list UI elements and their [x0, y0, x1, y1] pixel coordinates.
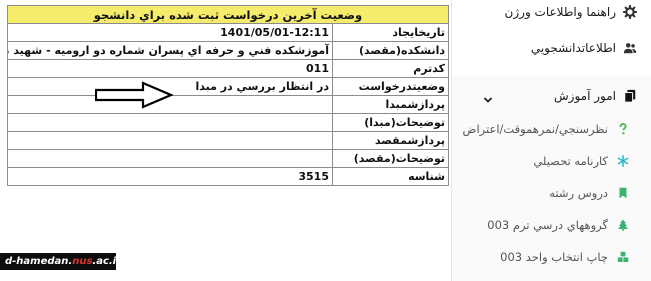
copy-icon — [624, 89, 636, 103]
sidebar-subitem-label: گروههاي درسي ترم 003 — [487, 218, 608, 232]
question-icon — [619, 123, 627, 135]
sidebar-subitem-label: چاپ انتخاب واحد 003 — [500, 250, 608, 264]
table-row: كدترم 011 — [7, 59, 449, 78]
row-label-origin-notes: توضيحات(مبدا) — [332, 113, 449, 132]
table-row: تاريخايجاد 1401/05/01-12:11 — [7, 23, 449, 42]
row-value-destination-faculty: آموزشكده فني و حرفه اي پسران شماره دو ار… — [7, 41, 333, 60]
table-title: وضعيت آخرين درخواست ثبت شده براي دانشجو — [7, 5, 449, 24]
row-label-destination-notes: توضيحات(مقصد) — [332, 149, 449, 168]
row-label-term-code: كدترم — [332, 59, 449, 78]
gear-icon — [623, 5, 637, 19]
sidebar-item-label: اطلاعاتدانشجويي — [530, 41, 616, 55]
sidebar-item-student-info[interactable]: اطلاعاتدانشجويي — [531, 36, 637, 60]
row-value-destination-notes — [7, 149, 333, 168]
chevron-down-icon[interactable] — [483, 95, 493, 105]
sidebar-subitem-label: دروس رشته — [549, 186, 608, 200]
row-value-destination-processing — [7, 131, 333, 150]
row-value-term-code: 011 — [7, 59, 333, 78]
cubes-icon — [617, 251, 629, 262]
row-label-destination-faculty: دانشكده(مقصد) — [332, 41, 449, 60]
site-watermark: d-hamedan.nus.ac.ir — [0, 253, 121, 270]
table-row: توضيحات(مبدا) — [7, 113, 449, 132]
tree-icon — [618, 219, 628, 231]
sidebar-subitem-courses[interactable]: دروس رشته — [549, 182, 629, 204]
bookmark-icon — [619, 187, 627, 199]
table-row: پردازشمبدا — [7, 95, 449, 114]
row-label-id: شناسه — [332, 167, 449, 186]
sidebar-subitem-label: كارنامه تحصيلي — [533, 154, 608, 168]
sidebar-item-education[interactable]: امور آموزش — [554, 84, 637, 108]
sidebar-subitem-survey[interactable]: نظرسنجي/نمرهموقت/اعتراض — [463, 118, 629, 140]
sidebar-item-label: امور آموزش — [554, 89, 616, 103]
sidebar: راهنما واطلاعات ورژن اطلاعاتدانشجويي امو… — [451, 0, 651, 281]
row-value-created-date: 1401/05/01-12:11 — [7, 23, 333, 42]
sidebar-subitem-print-selection[interactable]: چاپ انتخاب واحد 003 — [500, 246, 629, 268]
pointer-arrow-icon — [95, 81, 173, 109]
sidebar-item-help-version[interactable]: راهنما واطلاعات ورژن — [505, 0, 637, 24]
row-value-origin-notes — [7, 113, 333, 132]
table-row: دانشكده(مقصد) آموزشكده فني و حرفه اي پسر… — [7, 41, 449, 60]
users-icon — [623, 43, 637, 54]
sidebar-subitem-course-groups[interactable]: گروههاي درسي ترم 003 — [487, 214, 629, 236]
request-status-panel: وضعيت آخرين درخواست ثبت شده براي دانشجو … — [0, 0, 451, 281]
sidebar-subitem-label: نظرسنجي/نمرهموقت/اعتراض — [462, 122, 608, 136]
request-status-table: وضعيت آخرين درخواست ثبت شده براي دانشجو … — [7, 5, 449, 186]
table-row: وضعيتدرخواست در انتظار بررسي در مبدا — [7, 77, 449, 96]
row-label-destination-processing: پردازشمقصد — [332, 131, 449, 150]
table-title-row: وضعيت آخرين درخواست ثبت شده براي دانشجو — [7, 5, 449, 24]
snowflake-icon — [617, 155, 629, 167]
sidebar-item-label: راهنما واطلاعات ورژن — [504, 5, 616, 19]
row-label-origin-processing: پردازشمبدا — [332, 95, 449, 114]
table-row: شناسه 3515 — [7, 167, 449, 186]
row-value-id: 3515 — [7, 167, 333, 186]
row-label-request-status: وضعيتدرخواست — [332, 77, 449, 96]
sidebar-subitem-transcript[interactable]: كارنامه تحصيلي — [533, 150, 629, 172]
table-row: توضيحات(مقصد) — [7, 149, 449, 168]
row-label-created-date: تاريخايجاد — [332, 23, 449, 42]
table-row: پردازشمقصد — [7, 131, 449, 150]
